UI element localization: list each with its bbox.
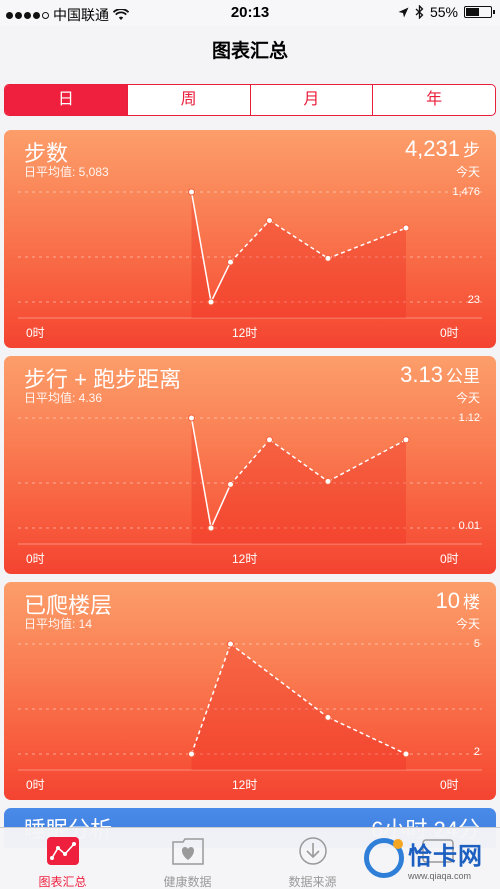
data-point	[324, 254, 332, 262]
segment-year[interactable]: 年	[373, 85, 495, 115]
segment-month[interactable]: 月	[251, 85, 374, 115]
x-axis-label-mid: 12时	[232, 326, 258, 340]
x-axis-label-start: 0时	[26, 552, 45, 566]
battery-percent: 55%	[429, 4, 458, 20]
data-point	[188, 414, 195, 422]
page-title: 图表汇总	[211, 41, 288, 62]
data-point	[227, 258, 234, 266]
segment-week[interactable]: 周	[128, 85, 251, 115]
y-axis-min-label: 0.01	[458, 520, 480, 532]
y-axis-max-label: 1,476	[452, 186, 480, 198]
status-right: 55%	[398, 4, 495, 20]
card-value-unit: 楼	[463, 593, 480, 612]
data-point	[266, 216, 273, 224]
data-point	[266, 436, 273, 444]
card-value-number: 3.13	[400, 362, 443, 387]
card-value: 3.13 公里	[400, 362, 480, 388]
card-daily-average: 日平均值: 14	[24, 617, 93, 631]
data-point	[227, 640, 234, 648]
data-point	[207, 298, 215, 306]
tab-health-data[interactable]: 健康数据	[125, 828, 250, 889]
heart-folder-icon	[171, 838, 204, 865]
data-point	[324, 713, 332, 721]
data-point	[402, 750, 410, 758]
series-area	[191, 644, 406, 770]
steps-card[interactable]: 步数 日平均值: 5,083 4,231 步 今天 1,476 23 0时 12时…	[4, 130, 496, 348]
watermark-title: 恰卡网	[408, 842, 483, 870]
data-point	[188, 750, 195, 758]
watermark-text: 恰卡网 www.qiaqa.com	[408, 836, 483, 881]
site-watermark: 恰卡网 www.qiaqa.com	[364, 830, 494, 886]
y-axis-max-label: 5	[473, 638, 480, 650]
card-today-label: 今天	[455, 165, 480, 179]
x-axis-label-end: 0时	[440, 778, 459, 792]
card-today-label: 今天	[455, 617, 480, 631]
tab-label: 图表汇总	[38, 875, 87, 889]
card-value-unit: 公里	[446, 367, 480, 386]
x-axis-label-mid: 12时	[232, 778, 258, 792]
x-axis-label-mid: 12时	[232, 552, 258, 566]
card-value-number: 4,231	[404, 136, 460, 161]
card-daily-average: 日平均值: 5,083	[24, 165, 109, 179]
card-value-unit: 步	[463, 141, 480, 160]
data-point	[324, 477, 332, 485]
data-point	[402, 436, 410, 444]
card-daily-average: 日平均值: 4.36	[24, 391, 103, 405]
card-value-number: 10	[435, 588, 460, 613]
floors-card[interactable]: 已爬楼层 日平均值: 14 10 楼 今天 5 2 0时 12时 0时	[4, 582, 496, 800]
data-point	[207, 524, 215, 532]
tab-label: 健康数据	[163, 875, 212, 889]
x-axis-label-start: 0时	[26, 326, 45, 340]
watermark-url: www.qiaqa.com	[408, 870, 472, 881]
y-axis-max-label: 1.12	[458, 412, 480, 424]
period-segmented-control: 日 周 月 年	[4, 84, 496, 116]
card-today-label: 今天	[455, 391, 480, 405]
y-axis-min-label: 23	[467, 294, 480, 306]
bluetooth-icon	[415, 5, 424, 19]
tab-sources[interactable]: 数据来源	[250, 828, 375, 889]
y-axis-min-label: 2	[473, 746, 480, 758]
distance-card[interactable]: 步行 + 跑步距离 日平均值: 4.36 3.13 公里 今天 1.12 0.01…	[4, 356, 496, 574]
location-arrow-icon	[398, 7, 409, 17]
battery-fill	[466, 8, 480, 16]
data-point	[402, 224, 410, 232]
status-bar: 中国联通 20:13 55%	[0, 0, 500, 26]
card-value: 10 楼	[436, 588, 480, 614]
card-value: 4,231 步	[405, 136, 480, 162]
tab-dashboard[interactable]: 图表汇总	[0, 828, 125, 889]
series-area	[191, 418, 406, 544]
data-point	[188, 188, 195, 196]
data-point	[227, 480, 234, 488]
watermark-logo-icon	[364, 838, 404, 878]
x-axis-label-end: 0时	[440, 552, 459, 566]
chart-icon	[46, 837, 79, 865]
x-axis-label-start: 0时	[26, 778, 45, 792]
series-area	[191, 192, 406, 318]
x-axis-label-end: 0时	[440, 326, 459, 340]
battery-icon	[464, 6, 495, 18]
segment-day[interactable]: 日	[5, 85, 128, 115]
tab-label: 数据来源	[288, 875, 337, 889]
download-icon	[298, 837, 327, 865]
